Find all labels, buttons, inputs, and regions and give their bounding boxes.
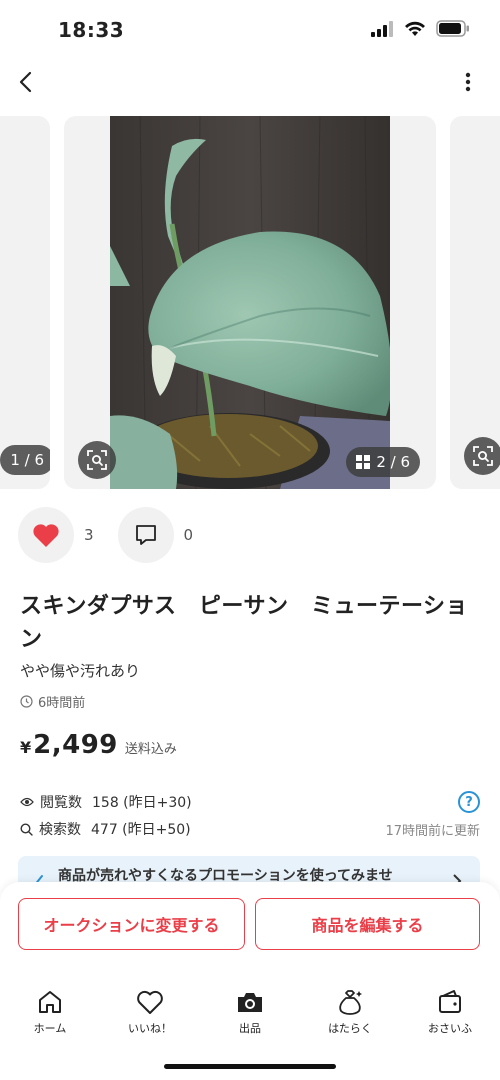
status-time: 18:33 <box>58 18 125 42</box>
battery-icon <box>436 20 469 37</box>
like-button[interactable] <box>18 507 74 563</box>
photo-carousel[interactable]: 1 / 6 2 / 6 <box>0 116 500 489</box>
tab-listing[interactable]: 出品 <box>200 988 300 1044</box>
image-search-button-next[interactable] <box>464 437 500 475</box>
search-stat: 検索数 477 (昨日+50) 17時間前に更新 <box>20 817 480 841</box>
price-currency: ¥ <box>20 738 32 757</box>
carousel-slide-previous[interactable]: 1 / 6 <box>0 116 50 489</box>
tab-bar: ホーム いいね！ 出品 はたらく おさいふ <box>0 988 500 1044</box>
product-title: スキンダプサス ピーサン ミューテーション <box>20 594 469 652</box>
status-icons <box>370 20 470 37</box>
carousel-slide-current[interactable]: 2 / 6 <box>64 116 436 489</box>
tab-likes[interactable]: いいね！ <box>100 988 200 1044</box>
image-search-icon <box>87 450 107 470</box>
tab-work-label: はたらく <box>328 1022 372 1035</box>
price: ¥ 2,499 送料込み <box>20 730 177 760</box>
views-label: 閲覧数 <box>40 795 82 811</box>
cellular-signal-icon <box>371 20 393 37</box>
tab-wallet[interactable]: おさいふ <box>400 988 500 1044</box>
wifi-icon <box>405 21 425 36</box>
bottom-action-sheet: オークションに変更する 商品を編集する <box>0 882 500 1080</box>
shipping-note: 送料込み <box>124 742 177 757</box>
tab-listing-label: 出品 <box>239 1022 261 1035</box>
heart-outline-icon <box>137 990 163 1014</box>
tab-home-label: ホーム <box>33 1022 67 1035</box>
price-value: 2,499 <box>33 730 118 760</box>
comment-button[interactable] <box>117 507 174 563</box>
views-stat: 閲覧数 158 (昨日+30) ? <box>20 790 480 814</box>
search-label: 検索数 <box>39 822 81 838</box>
eye-icon <box>20 797 34 807</box>
tab-likes-label: いいね！ <box>128 1022 172 1035</box>
more-options-button[interactable] <box>456 66 480 98</box>
grid-icon <box>356 455 371 469</box>
comment-icon <box>135 525 156 545</box>
search-icon <box>20 822 33 836</box>
image-counter-text: 2 / 6 <box>376 453 410 471</box>
engagement-actions: 3 0 <box>18 507 217 563</box>
image-counter-previous: 1 / 6 <box>0 445 50 475</box>
money-bag-icon <box>339 990 362 1015</box>
wallet-icon <box>439 990 461 1013</box>
posted-time-text: 6時間前 <box>38 696 86 711</box>
product-condition: やや傷や汚れあり <box>20 662 141 680</box>
views-value: 158 (昨日+30) <box>92 795 192 811</box>
edit-item-button[interactable]: 商品を編集する <box>255 898 480 950</box>
posted-time: 6時間前 <box>20 692 85 711</box>
clock-icon <box>20 695 33 708</box>
tab-home[interactable]: ホーム <box>0 988 100 1044</box>
nav-bar <box>0 60 500 104</box>
vertical-dots-icon <box>465 72 471 92</box>
chevron-left-icon <box>19 71 32 93</box>
image-counter[interactable]: 2 / 6 <box>346 447 420 477</box>
change-to-auction-button[interactable]: オークションに変更する <box>18 898 245 950</box>
like-count: 3 <box>84 526 94 544</box>
image-search-icon <box>473 446 493 466</box>
image-counter-previous-text: 1 / 6 <box>10 451 44 469</box>
status-bar: 18:33 <box>0 0 500 60</box>
tab-work[interactable]: はたらく <box>300 988 400 1044</box>
camera-icon <box>238 993 262 1012</box>
help-button[interactable]: ? <box>458 791 480 813</box>
tab-wallet-label: おさいふ <box>428 1022 472 1035</box>
carousel-slide-next[interactable] <box>450 116 500 489</box>
comment-count: 0 <box>183 526 194 544</box>
heart-filled-icon <box>33 523 59 547</box>
home-indicator <box>164 1064 336 1069</box>
search-value: 477 (昨日+50) <box>91 822 191 838</box>
updated-note: 17時間前に更新 <box>385 823 480 839</box>
product-photo <box>110 116 390 489</box>
home-icon <box>39 991 61 1013</box>
image-search-button[interactable] <box>78 441 116 479</box>
back-button[interactable] <box>10 66 42 98</box>
